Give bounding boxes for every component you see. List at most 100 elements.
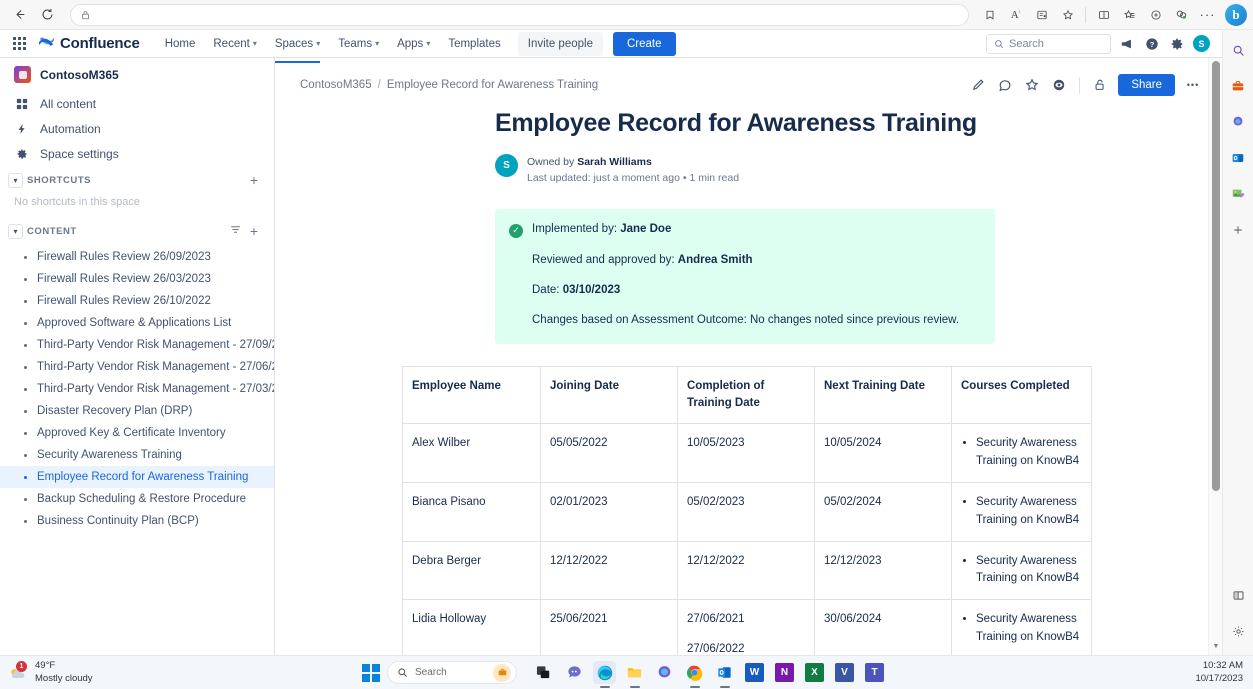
onenote-icon[interactable]: N <box>773 661 796 684</box>
copilot-icon[interactable] <box>1226 110 1250 134</box>
scrollbar-thumb[interactable] <box>1212 61 1220 491</box>
edge-icon[interactable] <box>593 661 616 684</box>
favorites-bar-icon[interactable] <box>1117 3 1142 27</box>
chevron-down-icon[interactable]: ▾ <box>8 224 23 239</box>
immersive-reader-icon[interactable] <box>1029 3 1054 27</box>
browser-essentials-icon[interactable] <box>1143 3 1168 27</box>
sidebar-item-space-settings[interactable]: Space settings <box>0 141 274 166</box>
teams-chat-icon[interactable] <box>563 661 586 684</box>
sidebar-item-firewall-rules-review-26-03-2023[interactable]: Firewall Rules Review 26/03/2023 <box>0 268 274 290</box>
sidebar-item-disaster-recovery-plan[interactable]: Disaster Recovery Plan (DRP) <box>0 400 274 422</box>
space-header[interactable]: ContosoM365 <box>0 58 274 91</box>
content-section-header[interactable]: ▾ CONTENT + <box>0 216 274 246</box>
completion-date-value: 12/12/2022 <box>687 553 804 570</box>
sidebar-item-employee-record-for-awareness-training[interactable]: Employee Record for Awareness Training <box>0 466 274 488</box>
app-switcher-icon[interactable] <box>8 33 30 55</box>
sidebar-item-firewall-rules-review-26-10-2022[interactable]: Firewall Rules Review 26/10/2022 <box>0 290 274 312</box>
split-screen-icon[interactable] <box>1091 3 1116 27</box>
excel-icon[interactable]: X <box>803 661 826 684</box>
shortcuts-section-header[interactable]: ▾ SHORTCUTS + <box>0 166 274 194</box>
settings-gear-icon[interactable] <box>1168 35 1186 53</box>
nav-spaces-label: Spaces <box>275 38 313 50</box>
tree-item-label: Firewall Rules Review 26/09/2023 <box>37 251 211 263</box>
sidebar-item-approved-key-certificate-inventory[interactable]: Approved Key & Certificate Inventory <box>0 422 274 444</box>
copilot-bing-icon[interactable]: b <box>1225 4 1247 26</box>
sidebar-item-automation[interactable]: Automation <box>0 116 274 141</box>
outlook-icon[interactable] <box>1226 146 1250 170</box>
address-bar[interactable] <box>70 4 969 26</box>
chrome-icon[interactable] <box>683 661 706 684</box>
visio-icon[interactable]: V <box>833 661 856 684</box>
nav-teams[interactable]: Teams▾ <box>329 32 388 56</box>
briefcase-icon[interactable] <box>1226 74 1250 98</box>
chevron-down-icon[interactable]: ▾ <box>8 173 23 188</box>
help-icon[interactable]: ? <box>1143 35 1161 53</box>
cell-next-training-date: 05/02/2024 <box>815 482 952 541</box>
global-search-input[interactable]: Search <box>986 34 1111 54</box>
cell-joining-date: 05/05/2022 <box>541 424 678 483</box>
windows-taskbar: 1 49°F Mostly cloudy Search <box>0 655 1253 689</box>
briefcase-icon[interactable] <box>493 664 511 682</box>
sidebar-item-approved-software-applications-list[interactable]: Approved Software & Applications List <box>0 312 274 334</box>
byline-text: Owned by Sarah Williams Last updated: ju… <box>527 154 739 187</box>
sidebar-item-third-party-vendor-risk-27-03-2023[interactable]: Third-Party Vendor Risk Management - 27/… <box>0 378 274 400</box>
watch-eye-icon[interactable] <box>1050 76 1068 94</box>
settings-gear-icon[interactable] <box>1226 619 1250 643</box>
outlook-icon[interactable] <box>713 661 736 684</box>
copilot-icon[interactable] <box>653 661 676 684</box>
read-aloud-icon[interactable]: A\ <box>1003 3 1028 27</box>
scroll-down-arrow[interactable]: ▼ <box>1209 639 1223 653</box>
restrictions-lock-icon[interactable] <box>1091 76 1109 94</box>
sidebar-item-third-party-vendor-risk-27-09-2023[interactable]: Third-Party Vendor Risk Management - 27/… <box>0 334 274 356</box>
browser-back-button[interactable] <box>6 3 32 27</box>
page-title: Employee Record for Awareness Training <box>495 108 1095 138</box>
filter-icon[interactable] <box>230 222 241 240</box>
add-shortcut-icon[interactable]: + <box>250 172 258 188</box>
nav-spaces[interactable]: Spaces▾ <box>266 32 329 56</box>
taskbar-clock[interactable]: 10:32 AM 10/17/2023 <box>1195 660 1253 686</box>
taskbar-search-input[interactable]: Search <box>387 661 517 684</box>
comment-icon[interactable] <box>996 76 1014 94</box>
weather-widget[interactable]: 1 49°F Mostly cloudy <box>0 660 93 685</box>
column-header-next-training-date: Next Training Date <box>815 366 952 424</box>
sidebar-item-security-awareness-training[interactable]: Security Awareness Training <box>0 444 274 466</box>
add-icon[interactable] <box>1226 218 1250 242</box>
settings-more-icon[interactable]: ··· <box>1195 3 1220 27</box>
task-view-icon[interactable] <box>533 661 556 684</box>
share-button[interactable]: Share <box>1118 74 1175 96</box>
favorite-star-icon[interactable] <box>1055 3 1080 27</box>
breadcrumb-space[interactable]: ContosoM365 <box>300 79 372 91</box>
teams-icon[interactable]: T <box>863 661 886 684</box>
search-icon[interactable] <box>1226 38 1250 62</box>
announcements-megaphone-icon[interactable] <box>1118 35 1136 53</box>
nav-templates[interactable]: Templates <box>439 32 509 56</box>
invite-people-button[interactable]: Invite people <box>518 32 603 56</box>
breadcrumb-current[interactable]: Employee Record for Awareness Training <box>387 79 598 91</box>
extensions-icon[interactable] <box>1169 3 1194 27</box>
avatar[interactable]: S <box>495 154 518 177</box>
nav-recent[interactable]: Recent▾ <box>204 32 265 56</box>
split-screen-icon[interactable] <box>1226 583 1250 607</box>
sidebar-item-all-content[interactable]: All content <box>0 91 274 116</box>
page-scrollbar[interactable]: ▲ ▼ <box>1208 58 1222 655</box>
more-actions-icon[interactable]: ••• <box>1184 76 1202 94</box>
edit-icon[interactable] <box>969 76 987 94</box>
sidebar-item-firewall-rules-review-26-09-2023[interactable]: Firewall Rules Review 26/09/2023 <box>0 246 274 268</box>
word-icon[interactable]: W <box>743 661 766 684</box>
file-explorer-icon[interactable] <box>623 661 646 684</box>
nav-home[interactable]: Home <box>156 32 205 56</box>
user-avatar[interactable]: S <box>1193 35 1210 52</box>
add-content-icon[interactable]: + <box>250 223 258 239</box>
sidebar-item-third-party-vendor-risk-27-06-2023[interactable]: Third-Party Vendor Risk Management - 27/… <box>0 356 274 378</box>
create-button[interactable]: Create <box>613 32 676 56</box>
confluence-logo[interactable]: Confluence <box>38 34 140 53</box>
browser-refresh-button[interactable] <box>34 3 60 27</box>
owner-name[interactable]: Sarah Williams <box>577 156 652 168</box>
star-icon[interactable] <box>1023 76 1041 94</box>
image-editor-icon[interactable] <box>1226 182 1250 206</box>
nav-apps[interactable]: Apps▾ <box>388 32 439 56</box>
start-button-icon[interactable] <box>362 664 380 682</box>
sidebar-item-backup-scheduling-restore-procedure[interactable]: Backup Scheduling & Restore Procedure <box>0 488 274 510</box>
collections-icon[interactable] <box>977 3 1002 27</box>
sidebar-item-business-continuity-plan[interactable]: Business Continuity Plan (BCP) <box>0 510 274 532</box>
